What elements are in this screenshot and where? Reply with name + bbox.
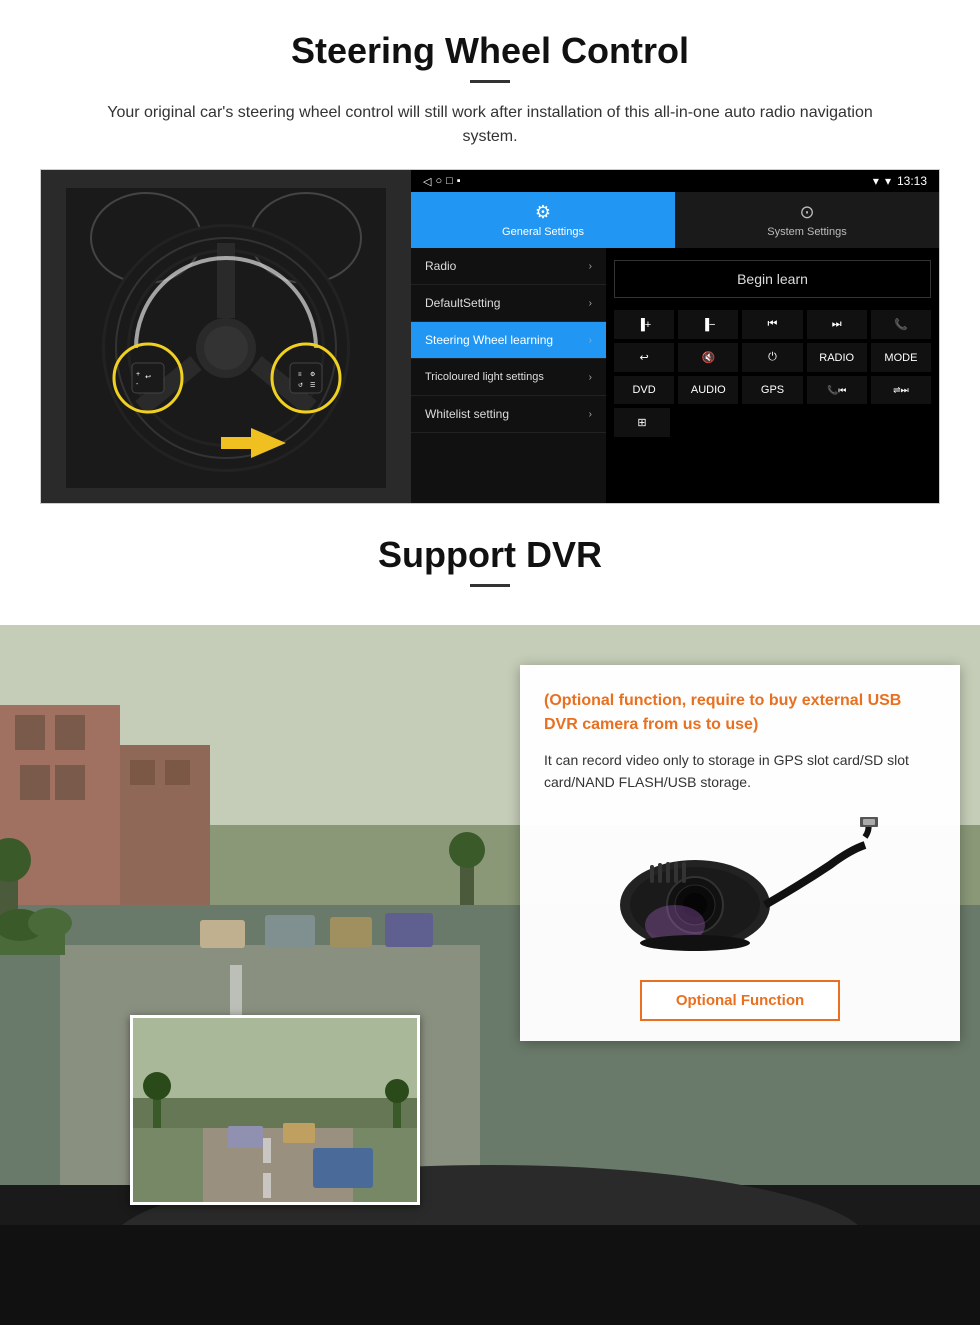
steering-section: Steering Wheel Control Your original car… bbox=[0, 0, 980, 504]
call-prev-button[interactable]: 📞⏮ bbox=[807, 376, 867, 404]
menu-default-label: DefaultSetting bbox=[425, 296, 500, 310]
menu-item-whitelist[interactable]: Whitelist setting › bbox=[411, 396, 606, 433]
control-row-3: DVD AUDIO GPS 📞⏮ ⇌⏭ bbox=[614, 376, 931, 404]
dvd-button[interactable]: DVD bbox=[614, 376, 674, 404]
control-row-1: ▐+ ▐− ⏮ ⏭ 📞 bbox=[614, 310, 931, 339]
power-button[interactable]: ⏻ bbox=[742, 343, 802, 372]
back-button[interactable]: ↩ bbox=[614, 343, 674, 372]
dvr-title-area: Support DVR bbox=[0, 504, 980, 625]
settings-tabs: ⚙ General Settings ⊙ System Settings bbox=[411, 192, 939, 248]
dvr-optional-text: (Optional function, require to buy exter… bbox=[544, 689, 936, 737]
svg-text:↩: ↩ bbox=[145, 374, 151, 381]
chevron-right-icon: › bbox=[589, 298, 592, 309]
svg-text:↺: ↺ bbox=[298, 382, 303, 389]
settings-menu: Radio › DefaultSetting › Steering Wheel … bbox=[411, 248, 606, 503]
steering-demo: + - ↩ ≡ ⚙ ↺ ☰ ◁○□▪ bbox=[40, 169, 940, 504]
dvr-camera-svg bbox=[600, 815, 880, 965]
svg-text:☰: ☰ bbox=[310, 382, 315, 389]
control-grid: ▐+ ▐− ⏮ ⏭ 📞 ↩ 🔇 ⏻ RADIO MODE bbox=[614, 310, 931, 437]
radio-button[interactable]: RADIO bbox=[807, 343, 867, 372]
svg-text:≡: ≡ bbox=[298, 372, 302, 378]
vol-up-button[interactable]: ▐+ bbox=[614, 310, 674, 339]
chevron-right-icon: › bbox=[589, 371, 592, 384]
call-button[interactable]: 📞 bbox=[871, 310, 931, 339]
menu-item-radio[interactable]: Radio › bbox=[411, 248, 606, 285]
menu-item-steering[interactable]: Steering Wheel learning › bbox=[411, 322, 606, 359]
prev-button[interactable]: ⏮ bbox=[742, 310, 802, 339]
chevron-right-icon: › bbox=[589, 335, 592, 346]
steering-subtitle: Your original car's steering wheel contr… bbox=[80, 101, 900, 149]
control-row-4: ⊞ bbox=[614, 408, 931, 437]
title-divider bbox=[470, 80, 510, 83]
android-statusbar: ◁○□▪ ▾ ▾ 13:13 bbox=[411, 170, 939, 192]
menu-radio-label: Radio bbox=[425, 259, 456, 273]
dvr-camera-img bbox=[544, 810, 936, 970]
chevron-right-icon: › bbox=[589, 409, 592, 420]
dvr-title-divider bbox=[470, 584, 510, 587]
tab-system-label: System Settings bbox=[767, 226, 846, 238]
menu-steering-label: Steering Wheel learning bbox=[425, 333, 553, 347]
begin-learn-button[interactable]: Begin learn bbox=[614, 260, 931, 298]
svg-text:+: + bbox=[136, 371, 140, 378]
tab-system-settings[interactable]: ⊙ System Settings bbox=[675, 192, 939, 248]
mute-button[interactable]: 🔇 bbox=[678, 343, 738, 372]
audio-button[interactable]: AUDIO bbox=[678, 376, 738, 404]
shuffle-next-button[interactable]: ⇌⏭ bbox=[871, 376, 931, 404]
android-screen: ◁○□▪ ▾ ▾ 13:13 ⚙ General Settings ⊙ Syst… bbox=[411, 170, 939, 503]
mode-button[interactable]: MODE bbox=[871, 343, 931, 372]
extra-button[interactable]: ⊞ bbox=[614, 408, 670, 437]
svg-text:⚙: ⚙ bbox=[310, 371, 315, 378]
vol-down-button[interactable]: ▐− bbox=[678, 310, 738, 339]
dvr-inset-photo bbox=[130, 1015, 420, 1205]
menu-whitelist-label: Whitelist setting bbox=[425, 407, 509, 421]
next-button[interactable]: ⏭ bbox=[807, 310, 867, 339]
menu-item-tricolour[interactable]: Tricoloured light settings › bbox=[411, 359, 606, 396]
steering-photo: + - ↩ ≡ ⚙ ↺ ☰ bbox=[41, 170, 411, 504]
optional-function-button[interactable]: Optional Function bbox=[640, 980, 840, 1021]
wifi-icon: ▾ bbox=[873, 174, 879, 188]
control-row-2: ↩ 🔇 ⏻ RADIO MODE bbox=[614, 343, 931, 372]
signal-icon: ▾ bbox=[885, 174, 891, 188]
dvr-photo-bg: (Optional function, require to buy exter… bbox=[0, 625, 980, 1325]
tab-general-settings[interactable]: ⚙ General Settings bbox=[411, 192, 675, 248]
tab-general-label: General Settings bbox=[502, 226, 584, 238]
gear-icon: ⚙ bbox=[535, 202, 551, 223]
dvr-inset-svg bbox=[133, 1018, 420, 1205]
time-display: 13:13 bbox=[897, 174, 927, 188]
gps-button[interactable]: GPS bbox=[742, 376, 802, 404]
menu-tricolour-label: Tricoloured light settings bbox=[425, 370, 544, 384]
chevron-right-icon: › bbox=[589, 261, 592, 272]
dvr-section: Support DVR bbox=[0, 504, 980, 1325]
signal-icons: ◁○□▪ bbox=[423, 175, 461, 188]
network-icon: ⊙ bbox=[799, 202, 814, 223]
dvr-title: Support DVR bbox=[40, 534, 940, 576]
page-title: Steering Wheel Control bbox=[40, 30, 940, 72]
steering-content: Begin learn ▐+ ▐− ⏮ ⏭ 📞 ↩ bbox=[606, 248, 939, 503]
menu-item-defaultsetting[interactable]: DefaultSetting › bbox=[411, 285, 606, 322]
dvr-desc-text: It can record video only to storage in G… bbox=[544, 749, 936, 794]
settings-body: Radio › DefaultSetting › Steering Wheel … bbox=[411, 248, 939, 503]
dvr-info-card: (Optional function, require to buy exter… bbox=[520, 665, 960, 1041]
